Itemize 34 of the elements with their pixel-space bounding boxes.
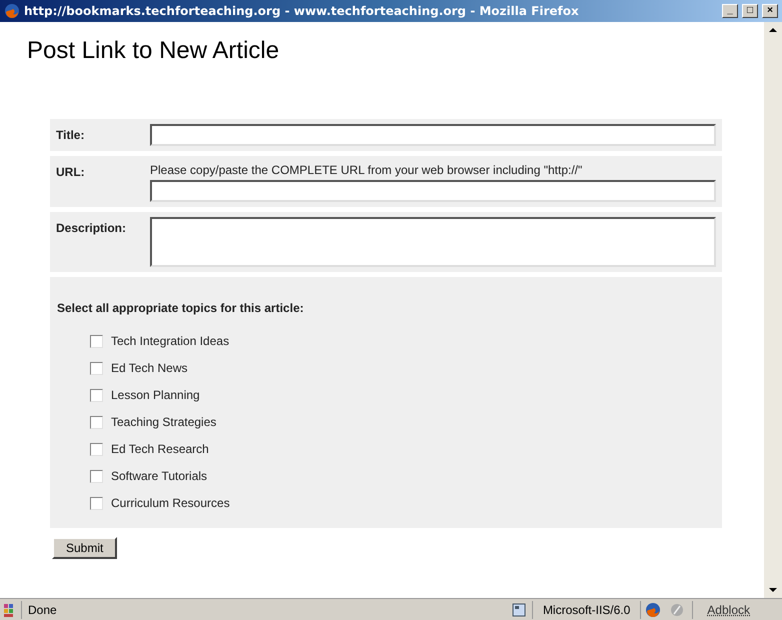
browser-logo-icon[interactable] [644,602,662,618]
adblock-button[interactable]: Adblock [692,600,764,618]
checkbox[interactable] [90,362,103,374]
text-field[interactable] [150,180,716,202]
checkbox[interactable] [90,334,103,348]
topics-prompt: Select all appropriate topics for this article: [57,300,305,317]
topic-label: Teaching Strategies [111,414,216,430]
field-hint: Please copy/paste the COMPLETE URL from your web browser including "http://" [150,162,584,179]
field-label: Description: [56,220,128,237]
field-label: Title: [56,127,86,144]
server-text: Microsoft-IIS/6.0 [532,600,642,618]
status-text: Done [21,600,508,618]
checkbox[interactable] [90,416,103,428]
page-heading: Post Link to New Article [27,36,280,66]
field-label: URL: [56,164,86,181]
checkbox[interactable] [90,442,103,456]
checkbox[interactable] [90,470,103,482]
checkbox[interactable] [90,496,103,510]
maximize-button[interactable]: □ [742,4,758,18]
description-field[interactable] [150,217,716,267]
minimize-button[interactable]: _ [722,4,738,18]
topic-label: Ed Tech Research [111,441,209,457]
topic-label: Curriculum Resources [111,495,230,511]
topic-label: Tech Integration Ideas [111,333,230,349]
text-field[interactable] [150,124,716,146]
topic-label: Lesson Planning [111,387,200,403]
scrollbar[interactable] [764,22,782,598]
checkbox[interactable] [90,388,103,402]
topic-label: Software Tutorials [111,468,208,484]
submit-button[interactable]: Submit [52,537,118,559]
close-button[interactable]: × [762,4,778,18]
window-title: http://bookmarks.techforteaching.org - www.techforteaching.org - Mozilla Firefox [24,3,580,20]
browser-logo-icon [4,3,20,19]
topic-label: Ed Tech News [111,360,188,376]
